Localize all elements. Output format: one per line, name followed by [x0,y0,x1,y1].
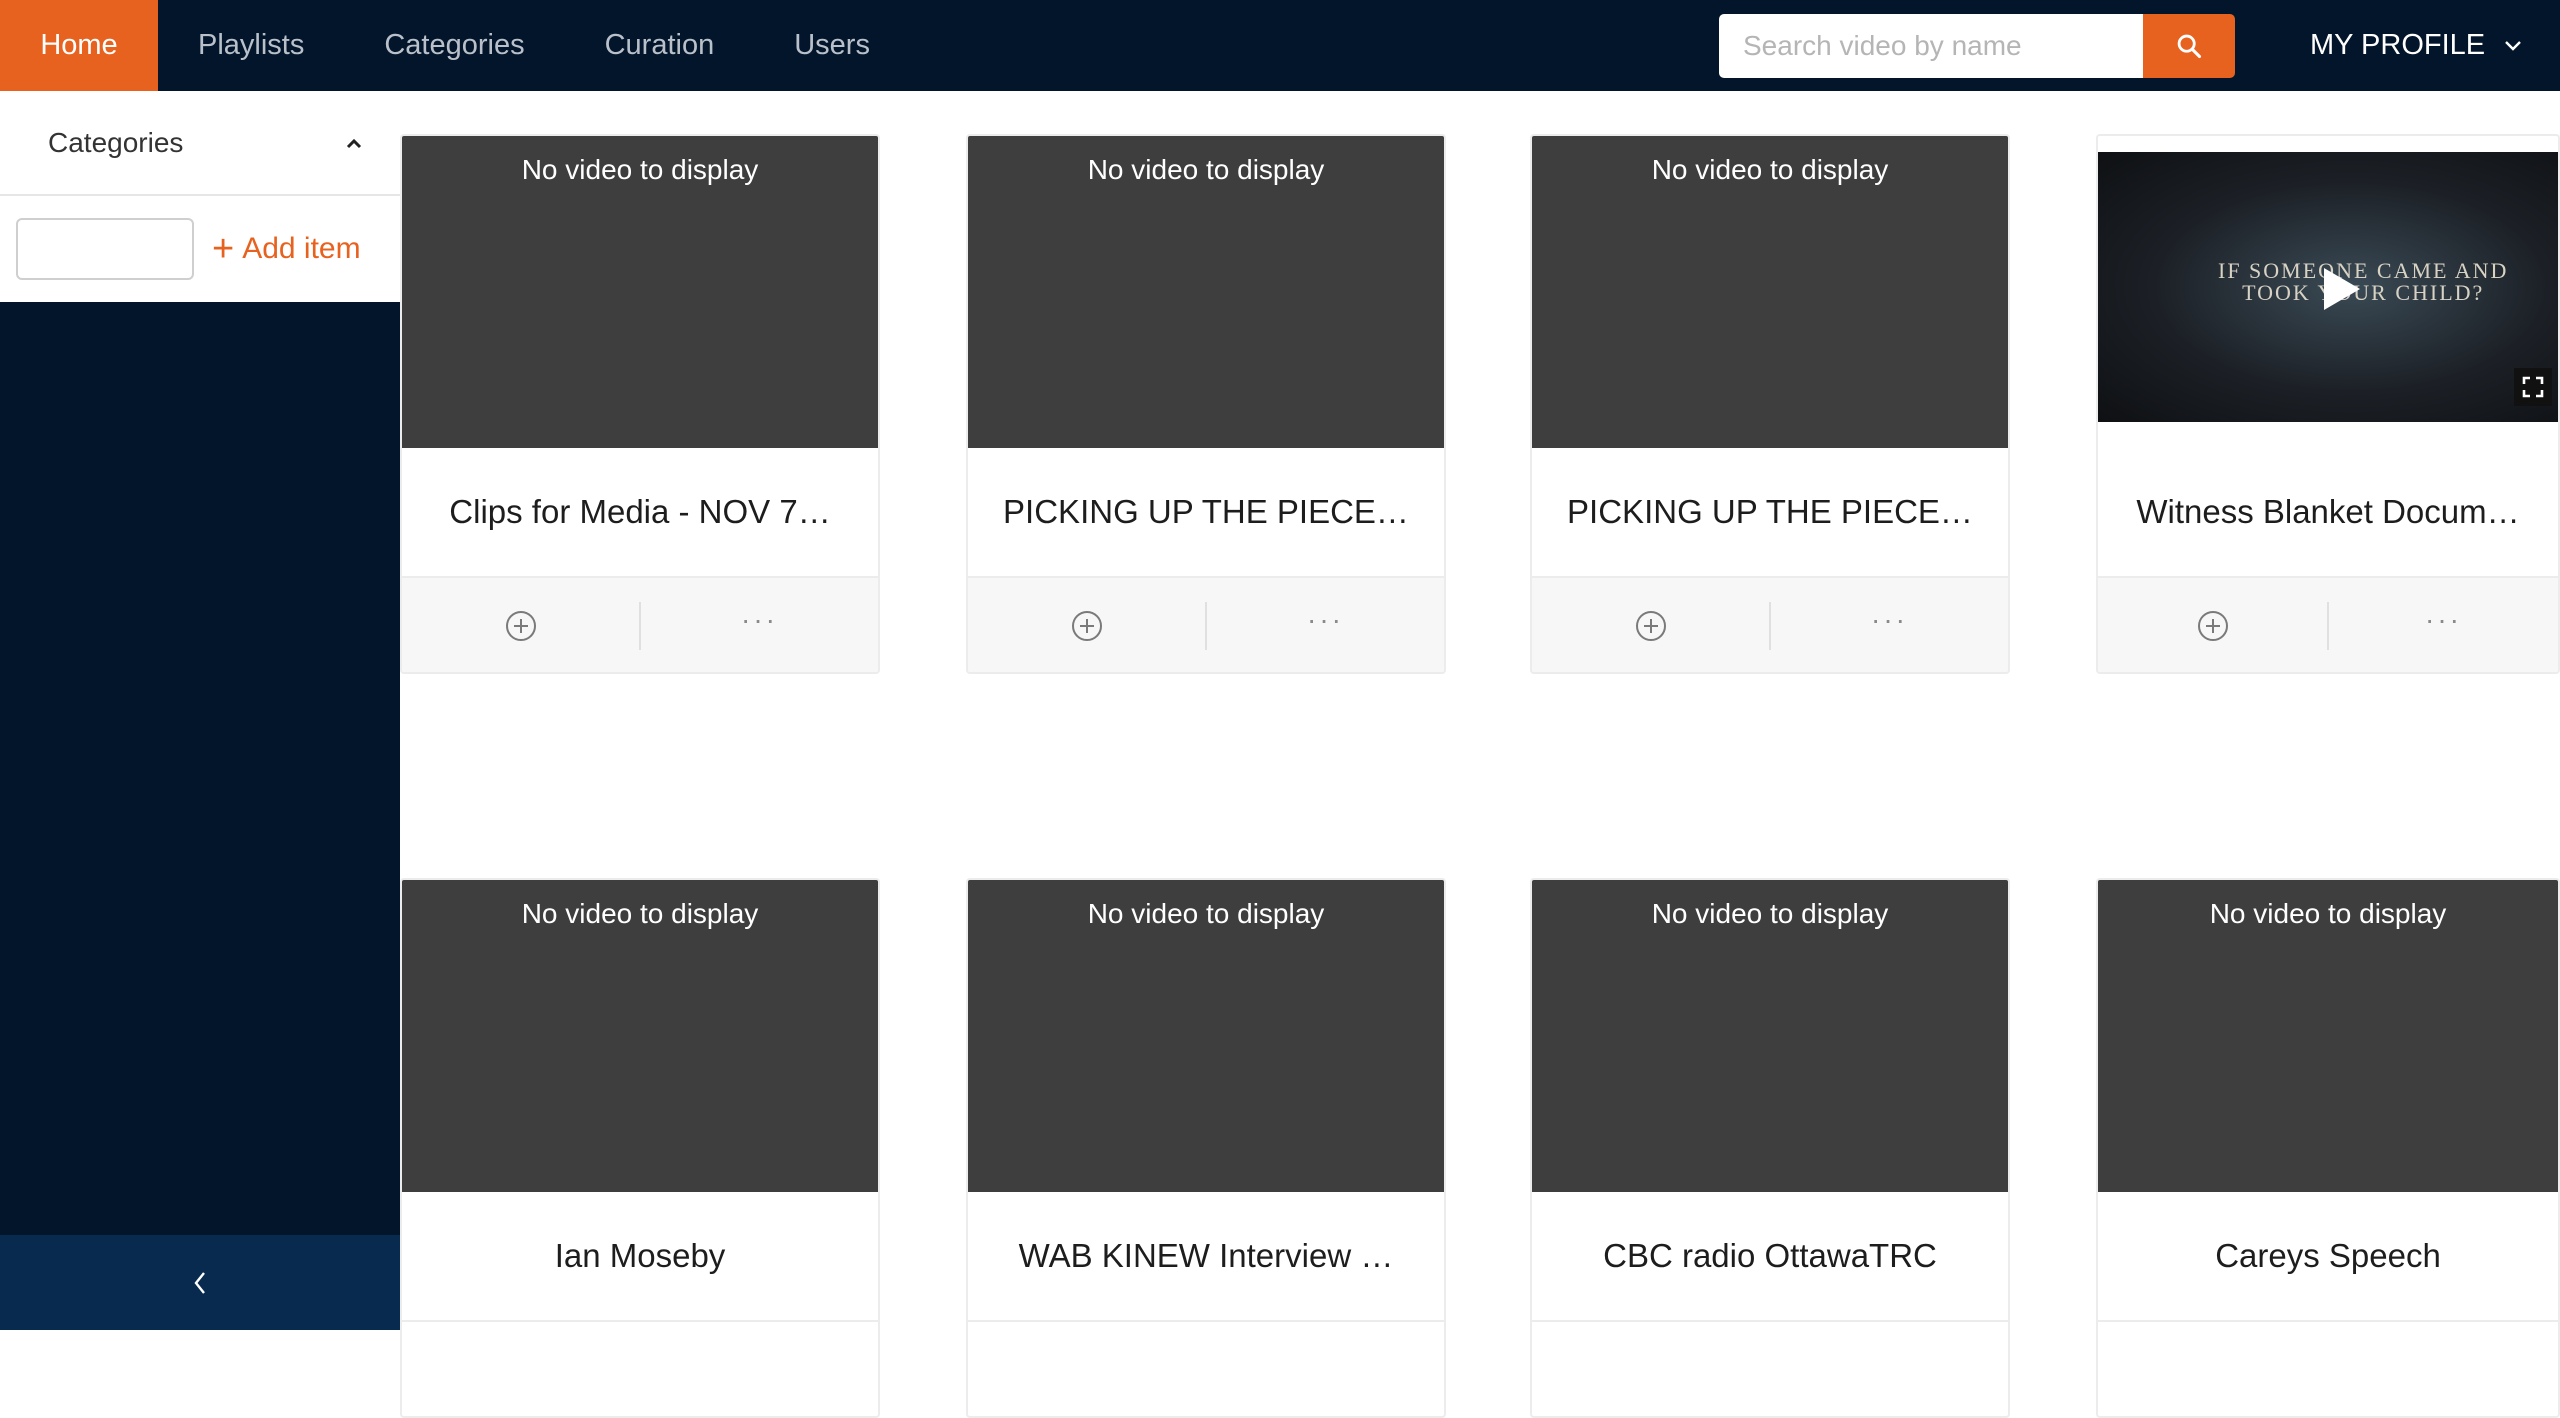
more-options-button[interactable]: ··· [641,578,878,672]
profile-label: MY PROFILE [2310,29,2486,61]
video-placeholder: No video to display [402,880,878,1192]
video-title: PICKING UP THE PIECE… [968,448,1444,578]
video-title: CBC radio OttawaTRC [1532,1192,2008,1322]
nav-playlists[interactable]: Playlists [158,0,344,91]
more-options-button[interactable]: ··· [1771,578,2008,672]
profile-menu[interactable]: MY PROFILE [2310,0,2523,91]
video-card[interactable]: No video to display WAB KINEW Interview … [966,878,1446,1418]
video-player[interactable]: IF SOMEONE CAME AND TOOK YOUR CHILD? [2098,152,2558,422]
video-title: Clips for Media - NOV 7… [402,448,878,578]
chevron-down-icon [2503,39,2523,53]
video-thumbnail: IF SOMEONE CAME AND TOOK YOUR CHILD? [2098,136,2558,448]
plus-circle-icon [1071,611,1102,641]
video-card[interactable]: No video to display Ian Moseby [400,878,880,1418]
more-icon: ··· [741,604,778,635]
plus-circle-icon [2197,611,2228,641]
video-card[interactable]: No video to display CBC radio OttawaTRC [1530,878,2010,1418]
search-bar [1719,14,2235,78]
video-card[interactable]: No video to display PICKING UP THE PIECE… [966,134,1446,674]
nav-categories[interactable]: Categories [344,0,564,91]
nav-home[interactable]: Home [0,0,158,91]
add-item-button[interactable]: + Add item [212,230,361,268]
play-icon[interactable] [2324,268,2360,310]
nav-users[interactable]: Users [754,0,910,91]
fullscreen-icon[interactable] [2514,368,2552,406]
add-item-label: Add item [242,232,361,265]
add-to-playlist-button[interactable] [402,578,639,672]
more-icon: ··· [1871,604,1908,635]
video-placeholder: No video to display [1532,136,2008,448]
search-input[interactable] [1719,14,2143,78]
video-card[interactable]: No video to display PICKING UP THE PIECE… [1530,134,2010,674]
video-placeholder: No video to display [2098,880,2558,1192]
card-actions: ··· [1532,578,2008,672]
video-title: Witness Blanket Docum… [2098,448,2558,578]
top-navbar: Home Playlists Categories Curation Users… [0,0,2560,91]
video-placeholder: No video to display [968,136,1444,448]
more-options-button[interactable]: ··· [1207,578,1444,672]
sidebar-collapse-button[interactable] [0,1235,400,1330]
more-icon: ··· [2425,604,2462,635]
categories-toggle[interactable]: Categories [0,91,400,196]
video-card[interactable]: No video to display Careys Speech [2096,878,2560,1418]
add-to-playlist-button[interactable] [968,578,1205,672]
card-actions: ··· [402,578,878,672]
add-category-input[interactable] [16,218,194,280]
video-title: WAB KINEW Interview … [968,1192,1444,1322]
video-card[interactable]: No video to display Clips for Media - NO… [400,134,880,674]
chevron-left-icon [194,1271,205,1294]
video-title: Careys Speech [2098,1192,2558,1322]
video-title: PICKING UP THE PIECE… [1532,448,2008,578]
plus-circle-icon [1635,611,1666,641]
video-title: Ian Moseby [402,1192,878,1322]
add-to-playlist-button[interactable] [2098,578,2327,672]
video-card[interactable]: IF SOMEONE CAME AND TOOK YOUR CHILD? Wit… [2096,134,2560,674]
categories-label: Categories [48,126,184,158]
plus-circle-icon [505,611,536,641]
plus-icon: + [212,228,235,270]
sidebar: Categories + Add item [0,91,400,1330]
search-icon [2177,34,2202,59]
card-actions: ··· [968,578,1444,672]
search-button[interactable] [2143,14,2235,78]
video-frame-text: IF SOMEONE CAME AND TOOK YOUR CHILD? [2218,258,2509,305]
video-placeholder: No video to display [1532,880,2008,1192]
more-options-button[interactable]: ··· [2329,578,2558,672]
chevron-up-icon [346,138,362,148]
video-placeholder: No video to display [402,136,878,448]
more-icon: ··· [1307,604,1344,635]
card-actions: ··· [2098,578,2558,672]
add-category-row: + Add item [0,196,400,302]
video-placeholder: No video to display [968,880,1444,1192]
nav-curation[interactable]: Curation [565,0,755,91]
add-to-playlist-button[interactable] [1532,578,1769,672]
